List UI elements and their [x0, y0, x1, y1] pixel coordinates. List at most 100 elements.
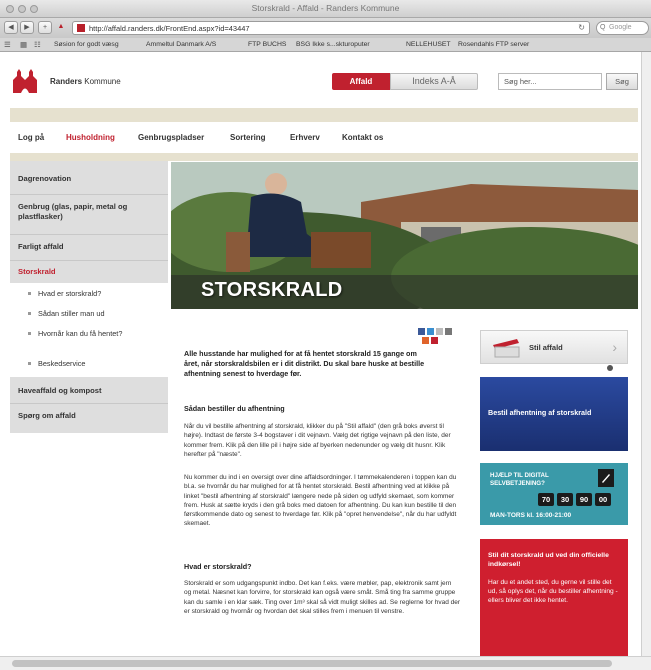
sidebar-item-spoerg[interactable]: Spørg om affald — [18, 411, 160, 421]
sidebar-divider — [10, 234, 168, 235]
web-page: Randers Kommune Affald Indeks A-Å Søg he… — [0, 52, 641, 656]
bookmarks-bar: ☰ ▦ ☷ Søsion for godt væsg Ammeltul Danm… — [0, 38, 651, 52]
vertical-scrollbar[interactable] — [641, 52, 651, 656]
bookmark-item[interactable]: Ammeltul Danmark A/S — [146, 41, 216, 48]
sidebar: Dagrenovation Genbrug (glas, papir, meta… — [10, 161, 168, 433]
paragraph-hvad-er: Storskrald er som udgangspunkt indbo. De… — [184, 580, 461, 615]
bookmark-item[interactable]: BSG Ikke s...skturoputer — [296, 41, 370, 48]
browser-toolbar: ◀ ▶ + ▲ http://affald.randers.dk/FrontEn… — [0, 18, 651, 38]
bestil-afhentning-label: Bestil afhentning af storskrald — [488, 408, 592, 417]
clock-digit: 00 — [595, 493, 611, 506]
bullet-icon — [28, 292, 31, 295]
nav-kontakt-os[interactable]: Kontakt os — [342, 133, 383, 142]
window-titlebar: Storskrald - Affald - Randers Kommune — [0, 0, 651, 18]
browser-search-field[interactable]: Q Google — [596, 21, 649, 35]
notice-title: Stil dit storskrald ud ved din officiell… — [488, 552, 609, 568]
browser-search-placeholder: Google — [609, 24, 632, 31]
heading-hvad-er: Hvad er storskrald? — [184, 562, 252, 571]
chevron-right-icon: › — [612, 339, 617, 355]
sidebar-item-genbrug[interactable]: Genbrug (glas, papir, metal og plastflas… — [18, 202, 160, 222]
back-button[interactable]: ◀ — [4, 21, 18, 34]
sidebar-subitem-hvornaar[interactable]: Hvornår kan du få hentet? — [38, 329, 158, 339]
sidebar-item-dagrenovation[interactable]: Dagrenovation — [18, 174, 160, 184]
nav-log-paa[interactable]: Log på — [18, 133, 44, 142]
bookmark-item[interactable]: FTP BUCHS — [248, 41, 286, 48]
search-icon: Q — [600, 24, 606, 31]
sidebar-item-storskrald[interactable]: Storskrald — [18, 267, 160, 277]
site-container: Randers Kommune Affald Indeks A-Å Søg he… — [10, 52, 638, 656]
url-text: http://affald.randers.dk/FrontEnd.aspx?i… — [89, 24, 250, 33]
bookmark-list-icon[interactable]: ☷ — [34, 40, 41, 49]
sidebar-subpanel: Hvad er storskrald? Sådan stiller man ud… — [10, 283, 168, 377]
facebook-icon[interactable] — [418, 328, 425, 335]
forward-button[interactable]: ▶ — [20, 21, 34, 34]
heading-bestil: Sådan bestiller du afhentning — [184, 404, 285, 413]
site-search-input[interactable]: Søg her... — [498, 73, 602, 90]
sidebar-item-haveaffald[interactable]: Haveaffald og kompost — [18, 386, 160, 396]
scrollbar-thumb[interactable] — [12, 660, 612, 667]
clock-digit: 30 — [557, 493, 573, 506]
print-icon[interactable] — [445, 328, 452, 335]
nav-sortering[interactable]: Sortering — [230, 133, 266, 142]
brand-rest: Kommune — [82, 77, 121, 86]
sidebar-divider — [10, 260, 168, 261]
site-favicon-icon — [77, 24, 85, 32]
hero-banner: STORSKRALD — [171, 162, 638, 309]
nav-band — [10, 153, 638, 161]
sidebar-subitem-saadan[interactable]: Sådan stiller man ud — [38, 309, 158, 319]
email-icon[interactable] — [436, 328, 443, 335]
bookmark-item[interactable]: NELLEHUSET — [406, 41, 451, 48]
add-bookmark-button[interactable]: + — [38, 21, 52, 34]
digital-help-banner[interactable]: HJÆLP TIL DIGITAL SELVBETJENING? 70 30 9… — [480, 463, 628, 525]
share-icons — [418, 328, 458, 346]
container-icon — [493, 339, 520, 358]
article-lead: Alle husstande har mulighed for at få he… — [184, 349, 425, 378]
brand-name[interactable]: Randers Kommune — [50, 77, 121, 86]
rss-icon[interactable] — [422, 337, 429, 344]
randers-logo-icon[interactable] — [10, 66, 40, 94]
nav-husholdning[interactable]: Husholdning — [66, 133, 115, 142]
annotation-dot — [607, 365, 613, 371]
nav-erhverv[interactable]: Erhverv — [290, 133, 320, 142]
bullet-icon — [28, 332, 31, 335]
reader-icon[interactable]: ▲ — [54, 21, 68, 34]
digital-help-title: HJÆLP TIL DIGITAL SELVBETJENING? — [490, 472, 549, 487]
site-search-placeholder: Søg her... — [504, 77, 537, 86]
horizontal-scrollbar[interactable] — [0, 656, 651, 670]
bullet-icon — [28, 312, 31, 315]
twitter-icon[interactable] — [427, 328, 434, 335]
notice-body: Har du et andet sted, du gerne vil still… — [488, 579, 618, 604]
grid-icon[interactable]: ▦ — [20, 40, 27, 49]
brand-bold: Randers — [50, 77, 83, 86]
site-search-button[interactable]: Søg — [606, 73, 638, 90]
paragraph-oversigt: Nu kommer du ind i en oversigt over dine… — [184, 474, 457, 528]
share-more-icon[interactable] — [431, 337, 438, 344]
sidebar-item-farligt-affald[interactable]: Farligt affald — [18, 242, 160, 252]
sidebar-subitem-hvad-er[interactable]: Hvad er storskrald? — [38, 289, 158, 299]
header-band — [10, 108, 638, 122]
stil-affald-label: Stil affald — [529, 343, 563, 352]
storskrald-notice-banner[interactable]: Stil dit storskrald ud ved din officiell… — [480, 539, 628, 656]
tab-indeks-a-aa[interactable]: Indeks A-Å — [390, 73, 478, 90]
bullet-icon — [28, 362, 31, 365]
pencil-icon — [598, 469, 614, 487]
window-title: Storskrald - Affald - Randers Kommune — [251, 3, 400, 13]
sidebar-divider — [10, 194, 168, 195]
sidebar-divider — [10, 403, 168, 404]
bookmark-item[interactable]: Søsion for godt væsg — [54, 41, 119, 48]
paragraph-bestil: Når du vil bestille afhentning af storsk… — [184, 423, 451, 458]
address-bar[interactable]: http://affald.randers.dk/FrontEnd.aspx?i… — [72, 21, 590, 35]
hero-title: STORSKRALD — [201, 279, 343, 301]
nav-genbrugspladser[interactable]: Genbrugspladser — [138, 133, 204, 142]
digital-help-hours: MAN-TORS kl. 16:00-21:00 — [490, 512, 572, 519]
sidebar-subitem-beskedservice[interactable]: Beskedservice — [38, 359, 158, 369]
clock-digit: 90 — [576, 493, 592, 506]
book-icon[interactable]: ☰ — [4, 40, 11, 49]
bestil-afhentning-banner[interactable]: Bestil afhentning af storskrald — [480, 377, 628, 451]
reload-icon[interactable]: ↻ — [578, 23, 585, 32]
clock-digit: 70 — [538, 493, 554, 506]
tab-affald[interactable]: Affald — [332, 73, 390, 90]
main-navigation: Log på Husholdning Genbrugspladser Sorte… — [10, 122, 638, 153]
stil-affald-button[interactable]: Stil affald › — [480, 330, 628, 364]
bookmark-item[interactable]: Rosendahls FTP server — [458, 41, 529, 48]
